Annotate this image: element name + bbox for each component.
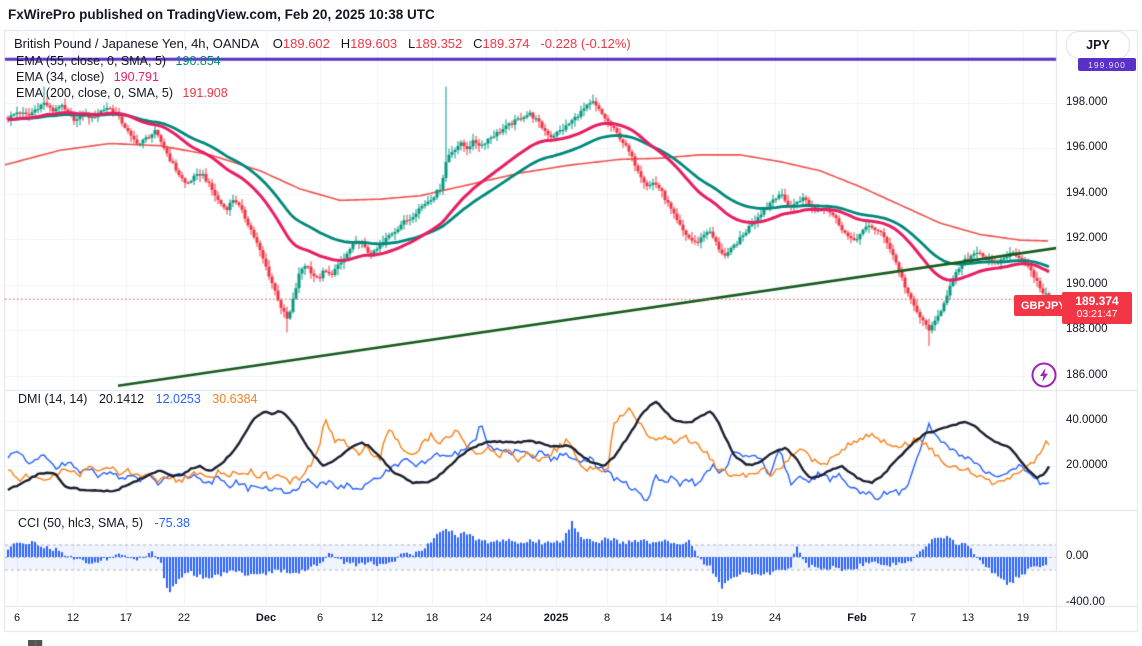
time-tick-label: 22 — [177, 612, 191, 624]
ohlc-open-label: O — [272, 36, 283, 51]
time-tick-label: 13 — [961, 612, 975, 624]
bar-countdown: 03:21:47 — [1076, 308, 1118, 320]
ema55-label: EMA (55, close, 0, SMA, 5) — [16, 54, 167, 68]
ohlc-low-value: 189.352 — [415, 36, 463, 51]
ohlc-close-label: C — [473, 36, 483, 51]
axis-tick-label: 190.000 — [1066, 278, 1108, 290]
dmi-label: DMI (14, 14) — [18, 392, 88, 406]
time-axis[interactable]: 6 12 17 22 Dec 6 12 18 24 2025 8 14 19 24 Feb 7 13 19 — [0, 612, 1142, 632]
legend-ema200-row[interactable]: EMA (200, close, 0, SMA, 5) 191.908 — [16, 86, 228, 100]
legend-dmi-row[interactable]: DMI (14, 14) 20.1412 12.0253 30.6384 — [18, 392, 257, 406]
axis-tick-label: 20.0000 — [1066, 459, 1108, 471]
ohlc-high-label: H — [340, 36, 351, 51]
axis-tick-label: 192.000 — [1066, 232, 1108, 244]
time-tick-label: 2025 — [543, 612, 569, 624]
change-value: -0.228 (-0.12%) — [540, 36, 631, 51]
axis-tick-label: 40.0000 — [1066, 414, 1108, 426]
cut-off-watermark: ██ — [28, 640, 43, 646]
time-tick-label: 7 — [909, 612, 917, 624]
axis-tick-label: 196.000 — [1066, 141, 1108, 153]
ohlc-open-value: 189.602 — [282, 36, 330, 51]
axis-tick-label: -400.00 — [1066, 596, 1106, 608]
ema34-value: 190.791 — [113, 70, 159, 84]
axis-tick-label: 198.000 — [1066, 96, 1108, 108]
time-tick-label: 19 — [710, 612, 724, 624]
ohlc-high-value: 189.603 — [350, 36, 398, 51]
cci-label: CCI (50, hlc3, SMA, 5) — [18, 516, 144, 530]
ema55-value: 190.854 — [175, 54, 221, 68]
publish-header: FxWirePro published on TradingView.com, … — [8, 7, 435, 22]
time-tick-label: 6 — [316, 612, 324, 624]
time-tick-label: 12 — [370, 612, 384, 624]
flash-boost-icon[interactable] — [1030, 361, 1058, 389]
legend-ema34-row[interactable]: EMA (34, close) 190.791 — [16, 70, 159, 84]
time-tick-label: 19 — [1016, 612, 1030, 624]
time-tick-label: Dec — [255, 612, 277, 624]
symbol-legend-row[interactable]: British Pound / Japanese Yen, 4h, OANDA … — [14, 36, 631, 51]
time-tick-label: Feb — [847, 612, 867, 624]
cci-value: -75.38 — [154, 516, 190, 530]
time-tick-label: 6 — [13, 612, 21, 624]
ema200-value: 191.908 — [182, 86, 228, 100]
ema34-label: EMA (34, close) — [16, 70, 105, 84]
last-price-value: 189.374 — [1075, 294, 1119, 308]
dmi-minusdi-value: 30.6384 — [212, 392, 258, 406]
time-tick-label: 18 — [425, 612, 439, 624]
time-tick-label: 24 — [479, 612, 493, 624]
ohlc-close-value: 189.374 — [482, 36, 530, 51]
axis-tick-label: 194.000 — [1066, 187, 1108, 199]
purple-level-axis-badge: 199.900 — [1078, 58, 1136, 71]
tradingview-chart-window: FxWirePro published on TradingView.com, … — [0, 0, 1142, 646]
axis-tick-label: 188.000 — [1066, 323, 1108, 335]
currency-axis-button[interactable]: JPY — [1066, 31, 1130, 59]
dmi-plusdi-value: 12.0253 — [155, 392, 201, 406]
ema200-label: EMA (200, close, 0, SMA, 5) — [16, 86, 174, 100]
time-tick-label: 8 — [603, 612, 611, 624]
axis-tick-label: 0.00 — [1066, 550, 1089, 562]
axis-tick-label: 186.000 — [1066, 369, 1108, 381]
legend-ema55-row[interactable]: EMA (55, close, 0, SMA, 5) 190.854 — [16, 54, 221, 68]
symbol-title[interactable]: British Pound / Japanese Yen, 4h, OANDA — [14, 36, 258, 51]
legend-cci-row[interactable]: CCI (50, hlc3, SMA, 5) -75.38 — [18, 516, 190, 530]
time-tick-label: 14 — [659, 612, 673, 624]
time-tick-label: 12 — [66, 612, 80, 624]
time-tick-label: 17 — [119, 612, 133, 624]
dmi-adx-value: 20.1412 — [98, 392, 145, 406]
time-tick-label: 24 — [768, 612, 782, 624]
last-price-axis-badge: 189.374 03:21:47 — [1062, 292, 1132, 324]
